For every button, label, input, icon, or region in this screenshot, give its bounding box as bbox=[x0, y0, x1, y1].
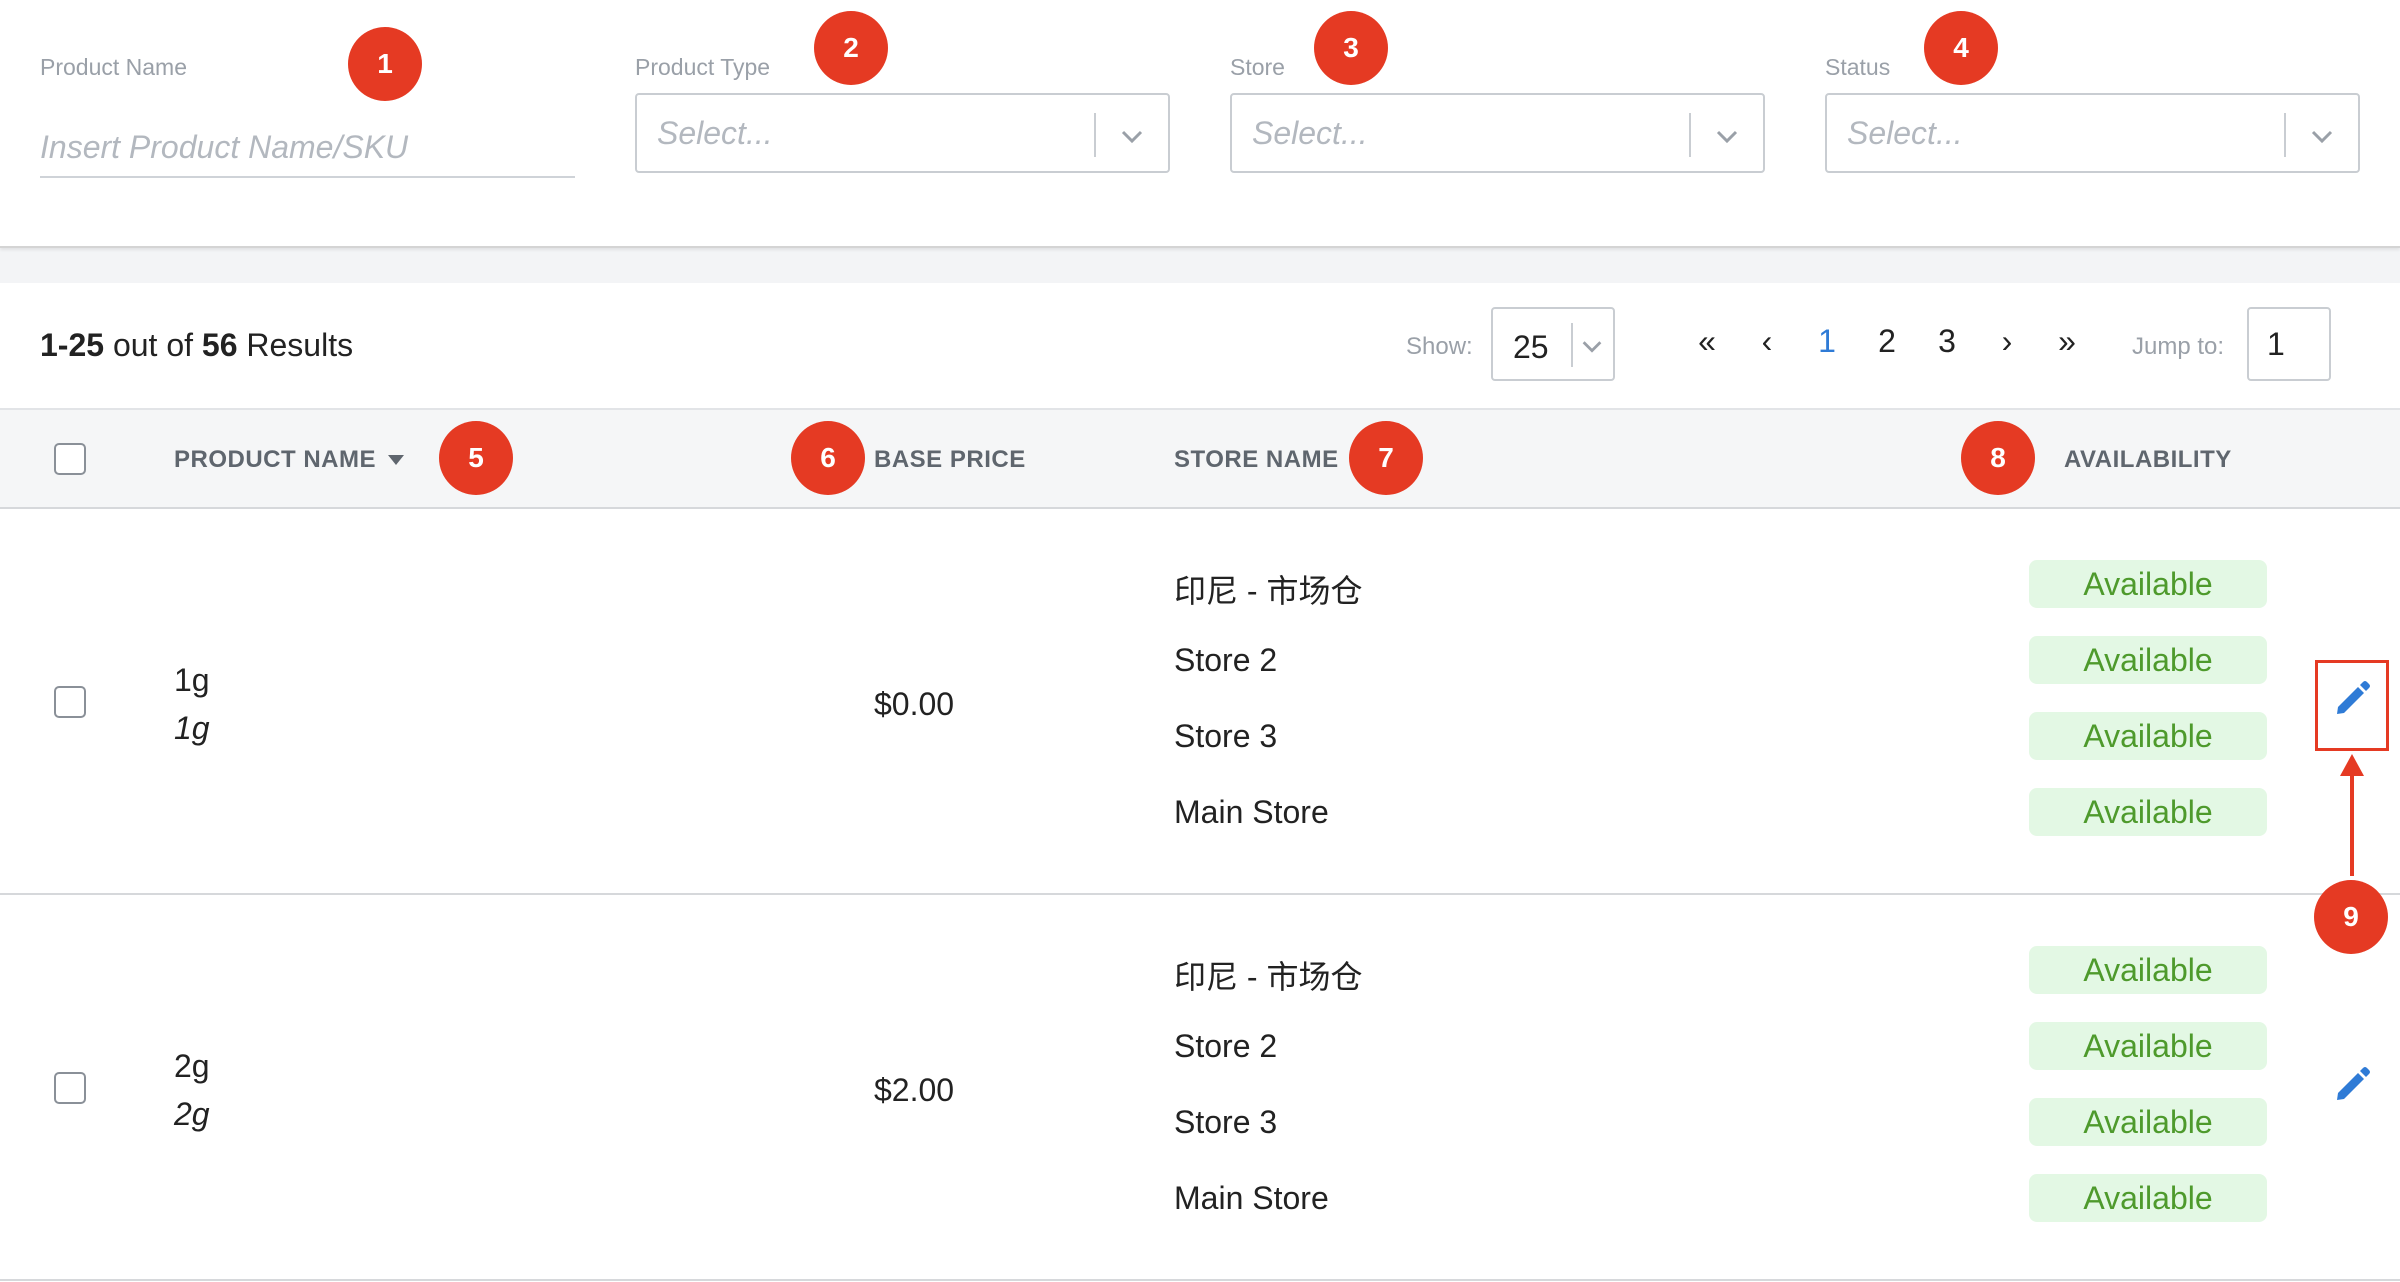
availability-badge: Available bbox=[2029, 788, 2267, 836]
product-type-placeholder: Select... bbox=[657, 115, 773, 151]
select-separator bbox=[1689, 113, 1691, 157]
results-out-of: out of bbox=[112, 327, 193, 363]
availability-badge: Available bbox=[2029, 1022, 2267, 1070]
product-type-select[interactable]: Select... bbox=[635, 93, 1170, 173]
select-separator bbox=[2284, 113, 2286, 157]
chevron-down-icon[interactable] bbox=[2308, 122, 2336, 150]
availability-badge: Available bbox=[2029, 946, 2267, 994]
store-name: Store 3 bbox=[1174, 718, 1278, 754]
product-list-panel: 1-25 out of 56 Results Show: 25 « ‹ 1 2 … bbox=[0, 283, 2400, 1282]
store-name: 印尼 - 市场仓 bbox=[1174, 573, 1363, 609]
pagination-prev[interactable]: ‹ bbox=[1747, 323, 1787, 360]
availability-badge: Available bbox=[2029, 1174, 2267, 1222]
select-separator bbox=[1571, 323, 1573, 367]
arrow-up-icon bbox=[2340, 754, 2364, 876]
row-checkbox[interactable] bbox=[54, 686, 86, 718]
results-range: 1-25 bbox=[40, 327, 105, 363]
chevron-down-icon[interactable] bbox=[1118, 122, 1146, 150]
status-select[interactable]: Select... bbox=[1825, 93, 2360, 173]
caret-down-icon[interactable] bbox=[388, 455, 404, 465]
product-sku: 2g bbox=[174, 1096, 210, 1132]
page-size-select[interactable]: 25 bbox=[1491, 307, 1615, 381]
pencil-icon[interactable] bbox=[2332, 1063, 2374, 1105]
annotation-marker-7: 7 bbox=[1349, 421, 1423, 495]
store-name: Main Store bbox=[1174, 794, 1329, 830]
base-price: $0.00 bbox=[874, 686, 955, 722]
row-checkbox[interactable] bbox=[54, 1072, 86, 1104]
availability-badge: Available bbox=[2029, 712, 2267, 760]
pagination-page-1[interactable]: 1 bbox=[1807, 323, 1847, 360]
product-type-filter-label: Product Type bbox=[635, 54, 771, 80]
availability-badge: Available bbox=[2029, 636, 2267, 684]
select-separator bbox=[1094, 113, 1096, 157]
pagination-page-3[interactable]: 3 bbox=[1927, 323, 1967, 360]
product-name-input[interactable] bbox=[40, 118, 575, 178]
pagination-page-2[interactable]: 2 bbox=[1867, 323, 1907, 360]
pagination-next[interactable]: › bbox=[1987, 323, 2027, 360]
product-name-filter-label: Product Name bbox=[40, 54, 188, 80]
store-select[interactable]: Select... bbox=[1230, 93, 1765, 173]
column-header-base-price: BASE PRICE bbox=[874, 446, 1026, 473]
pagination-last[interactable]: » bbox=[2047, 323, 2087, 360]
annotation-marker-4: 4 bbox=[1924, 11, 1998, 85]
base-price: $2.00 bbox=[874, 1072, 955, 1108]
annotation-marker-3: 3 bbox=[1314, 11, 1388, 85]
store-name: Store 3 bbox=[1174, 1104, 1278, 1140]
column-header-availability: AVAILABILITY bbox=[2064, 446, 2232, 473]
column-header-store-name: STORE NAME bbox=[1174, 446, 1339, 473]
results-word: Results bbox=[246, 327, 354, 363]
show-label: Show: bbox=[1406, 333, 1473, 360]
annotation-marker-6: 6 bbox=[791, 421, 865, 495]
store-name: Store 2 bbox=[1174, 1028, 1278, 1064]
table-row: 1g 1g $0.00 印尼 - 市场仓 Store 2 Store 3 Mai… bbox=[0, 509, 2400, 895]
column-header-product-name[interactable]: PRODUCT NAME bbox=[174, 446, 376, 474]
status-filter-label: Status bbox=[1825, 54, 1891, 80]
chevron-down-icon[interactable] bbox=[1713, 122, 1741, 150]
annotation-marker-8: 8 bbox=[1961, 421, 2035, 495]
jump-to-input[interactable] bbox=[2247, 307, 2331, 381]
product-sku: 1g bbox=[174, 710, 210, 746]
product-name: 2g bbox=[174, 1048, 210, 1084]
results-summary: 1-25 out of 56 Results bbox=[40, 327, 353, 364]
jump-to-label: Jump to: bbox=[2132, 333, 2225, 360]
pagination-first[interactable]: « bbox=[1687, 323, 1727, 360]
annotation-marker-2: 2 bbox=[814, 11, 888, 85]
store-filter-label: Store bbox=[1230, 54, 1285, 80]
status-placeholder: Select... bbox=[1847, 115, 1963, 151]
store-name: Store 2 bbox=[1174, 642, 1278, 678]
store-placeholder: Select... bbox=[1252, 115, 1368, 151]
store-name: Main Store bbox=[1174, 1180, 1329, 1216]
store-name: 印尼 - 市场仓 bbox=[1174, 959, 1363, 995]
product-name: 1g bbox=[174, 662, 210, 698]
annotation-marker-5: 5 bbox=[439, 421, 513, 495]
results-total: 56 bbox=[201, 327, 238, 363]
availability-badge: Available bbox=[2029, 560, 2267, 608]
edit-button-highlight bbox=[2315, 660, 2389, 751]
table-header: PRODUCT NAME BASE PRICE STORE NAME AVAIL… bbox=[0, 408, 2400, 509]
chevron-down-icon[interactable] bbox=[1579, 333, 1605, 359]
availability-badge: Available bbox=[2029, 1098, 2267, 1146]
annotation-marker-1: 1 bbox=[348, 27, 422, 101]
table-row: 2g 2g $2.00 印尼 - 市场仓 Store 2 Store 3 Mai… bbox=[0, 895, 2400, 1281]
annotation-marker-9: 9 bbox=[2314, 880, 2388, 954]
select-all-checkbox[interactable] bbox=[54, 443, 86, 475]
page-size-value: 25 bbox=[1513, 329, 1549, 365]
